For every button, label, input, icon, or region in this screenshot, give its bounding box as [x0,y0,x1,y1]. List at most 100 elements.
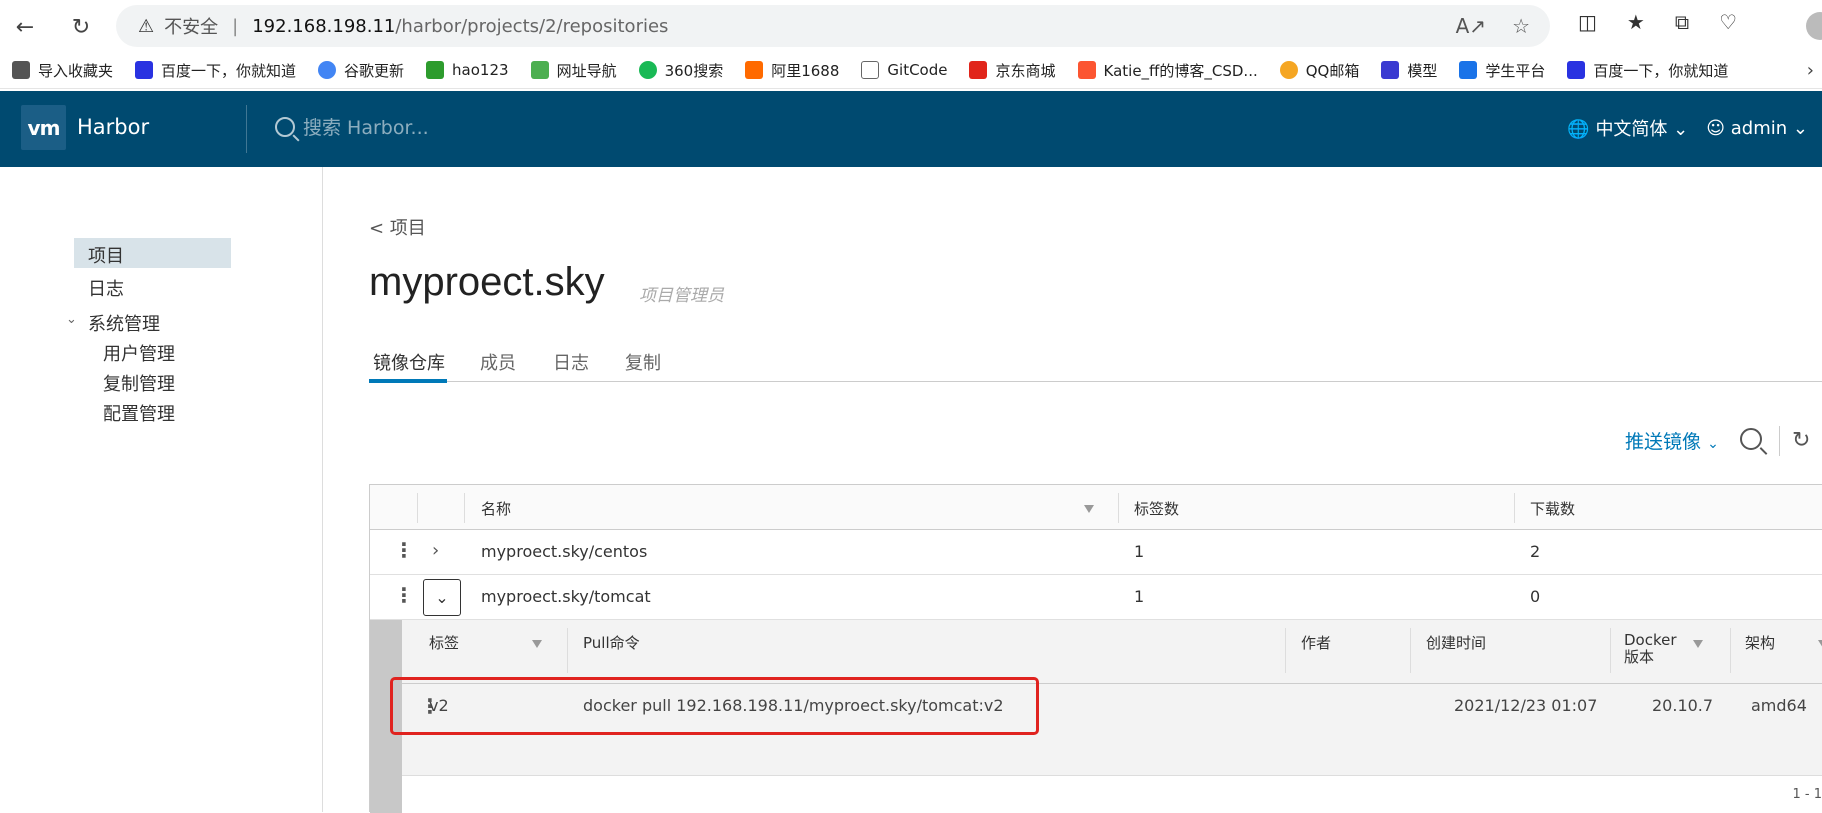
sidebar-item-users[interactable]: 用户管理 [103,340,175,366]
repo-tag-count: 1 [1134,587,1144,606]
refresh-icon[interactable]: ↻ [1792,428,1810,453]
2345-icon [531,61,549,79]
sidebar-item-replication[interactable]: 复制管理 [103,370,175,396]
global-search[interactable]: 搜索 Harbor... [275,113,429,140]
pagination-text: 1 - 1 [1793,787,1822,802]
language-menu[interactable]: 🌐 中文简体 ⌄ [1567,115,1688,141]
favorites-icon[interactable]: ★ [1627,10,1645,34]
filter-icon[interactable] [1693,640,1703,648]
repo-tag-count: 1 [1134,542,1144,561]
bookmark-item[interactable]: 阿里1688 [745,60,839,81]
column-name[interactable]: 名称 [481,498,511,519]
column-pull-command[interactable]: Pull命令 [583,632,640,653]
bookmark-label: Katie_ff的博客_CSD... [1104,60,1258,81]
user-icon: ☺ [1706,118,1725,139]
url-host: 192.168.198.11 [252,16,395,37]
bookmark-item[interactable]: 谷歌更新 [318,60,404,81]
search-input[interactable]: 搜索 Harbor... [303,113,429,140]
bookmark-item[interactable]: hao123 [426,61,509,79]
push-image-button[interactable]: 推送镜像 ⌄ [1625,427,1719,454]
chevron-down-icon: ⌄ [1673,119,1688,140]
bookmark-label: 京东商城 [995,60,1055,81]
bookmark-label: 百度一下，你就知道 [161,60,296,81]
tab-logs[interactable]: 日志 [553,349,589,375]
repo-name[interactable]: myproect.sky/centos [481,542,647,561]
red-highlight-box [390,677,1039,735]
column-pulls[interactable]: 下载数 [1530,498,1575,519]
chevron-down-icon: ⌄ [1707,436,1719,452]
app-title[interactable]: Harbor [77,115,149,139]
column-divider [1514,493,1515,523]
search-icon[interactable] [1740,428,1762,450]
bookmark-item[interactable]: 学生平台 [1459,60,1545,81]
table-row[interactable]: ⋮ › myproect.sky/centos 1 2 [370,530,1822,575]
filter-icon[interactable] [1084,505,1094,513]
bookmark-item[interactable]: 百度一下，你就知道 [135,60,296,81]
collections-icon[interactable]: ⧉ [1675,10,1689,34]
vmware-logo[interactable]: vm [21,105,66,150]
bookmark-item[interactable]: GitCode [861,61,947,79]
bookmark-label: 模型 [1407,60,1437,81]
column-tags[interactable]: 标签数 [1134,498,1179,519]
column-created[interactable]: 创建时间 [1426,632,1486,653]
column-divider [464,493,465,523]
page-title: myproect.sky [369,260,605,305]
column-docker-version[interactable]: Docker 版本 [1624,632,1677,666]
sidebar-item-configuration[interactable]: 配置管理 [103,400,175,426]
bookmark-label: 网址导航 [557,60,617,81]
warning-icon: ⚠ [138,16,154,37]
chevron-right-icon[interactable]: › [432,540,439,561]
chevron-down-icon[interactable]: ⌄ [423,579,461,616]
filter-icon[interactable] [1818,640,1822,648]
address-bar[interactable]: ⚠ 不安全 | 192.168.198.11/harbor/projects/2… [116,5,1550,47]
student-platform-icon [1459,61,1477,79]
back-arrow-icon[interactable]: ← [8,10,42,44]
bookmark-item[interactable]: 京东商城 [969,60,1055,81]
back-to-projects-link[interactable]: < 项目 [369,214,426,240]
sidebar-item-projects[interactable]: 项目 [74,238,231,268]
tag-table-header: 标签 Pull命令 作者 创建时间 Docker 版本 架构 [402,620,1822,684]
bookmark-item[interactable]: QQ邮箱 [1280,60,1360,81]
repo-pull-count: 0 [1530,587,1540,606]
read-aloud-icon[interactable]: A↗ [1456,14,1486,38]
kebab-menu-icon[interactable]: ⋮ [394,540,414,560]
tab-replication[interactable]: 复制 [625,349,661,375]
chevron-down-icon[interactable]: ⌄ [66,312,77,327]
column-tag[interactable]: 标签 [429,632,459,653]
qq-mail-icon [1280,61,1298,79]
favorite-star-icon[interactable]: ☆ [1512,14,1530,38]
chevron-right-icon[interactable]: › [1807,60,1814,81]
split-screen-icon[interactable]: ◫ [1578,10,1597,34]
sidebar: 项目 日志 ⌄ 系统管理 用户管理 复制管理 配置管理 [0,167,323,812]
repo-name[interactable]: myproect.sky/tomcat [481,587,651,606]
bookmark-item[interactable]: 网址导航 [531,60,617,81]
bookmark-label: 阿里1688 [771,60,839,81]
tag-table-footer: 1 - 1 [402,776,1822,813]
profile-avatar[interactable] [1806,12,1822,40]
bookmark-item[interactable]: Katie_ff的博客_CSD... [1078,60,1258,81]
column-divider [1610,628,1611,673]
column-divider [567,628,568,673]
column-divider [417,493,418,523]
kebab-menu-icon[interactable]: ⋮ [394,585,414,605]
bookmark-item[interactable]: 360搜索 [639,60,724,81]
filter-icon[interactable] [532,640,542,648]
sidebar-item-logs[interactable]: 日志 [88,275,124,301]
tab-members[interactable]: 成员 [480,349,516,375]
language-label: 中文简体 [1595,119,1667,140]
sidebar-item-administration[interactable]: 系统管理 [88,310,160,336]
bookmark-item[interactable]: 模型 [1381,60,1437,81]
column-author[interactable]: 作者 [1301,632,1331,653]
hao123-icon [426,61,444,79]
column-architecture[interactable]: 架构 [1745,632,1775,653]
table-row[interactable]: ⋮ ⌄ myproect.sky/tomcat 1 0 [370,575,1822,620]
bookmark-item[interactable]: 百度一下，你就知道 [1567,60,1728,81]
project-tabs: 镜像仓库 成员 日志 复制 [369,345,1822,382]
user-menu[interactable]: ☺ admin ⌄ [1706,118,1808,139]
health-icon[interactable]: ♡ [1719,10,1737,34]
insecure-label: 不安全 [164,13,218,39]
bookmark-item[interactable]: 导入收藏夹 [12,60,113,81]
tab-repositories[interactable]: 镜像仓库 [373,349,445,375]
column-divider [1410,628,1411,673]
reload-icon[interactable]: ↻ [64,10,98,44]
